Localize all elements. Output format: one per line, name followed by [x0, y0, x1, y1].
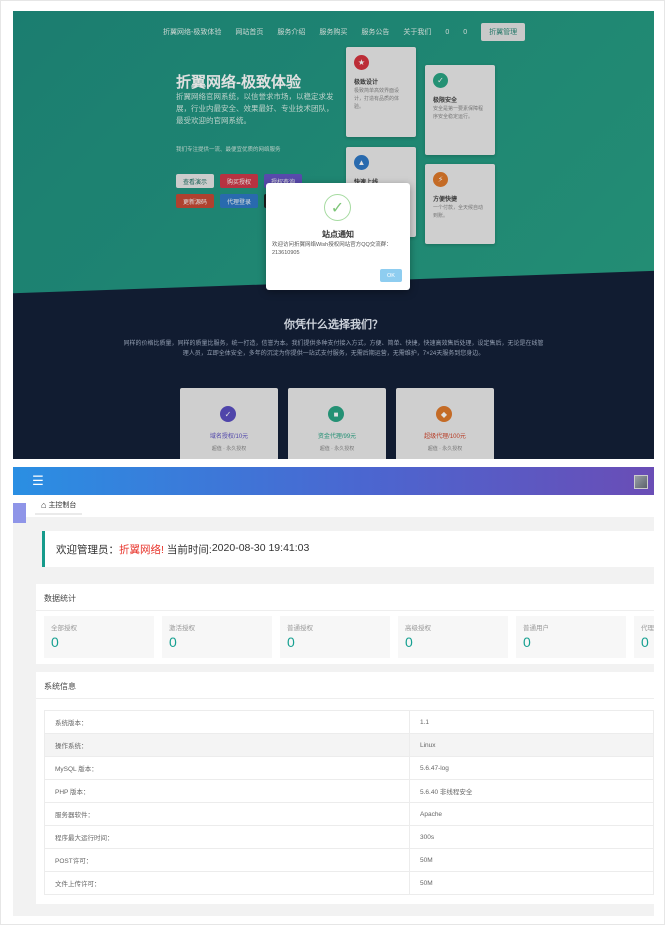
welcome-prefix: 欢迎管理员：	[56, 544, 119, 556]
modal-ok-button[interactable]: OK	[380, 269, 402, 282]
table-cell-key: MySQL 版本：	[44, 756, 410, 780]
admin-dashboard-screenshot: ☰ ⌂ 主控制台 欢迎管理员： 折翼网络! 当前时间: 2020-08-30 1…	[13, 467, 654, 916]
welcome-banner: 欢迎管理员： 折翼网络! 当前时间: 2020-08-30 19:41:03	[42, 531, 654, 567]
table-cell-value: 5.6.40 非线程安全	[409, 779, 654, 803]
table-row: 服务器软件： Apache	[44, 802, 654, 826]
top-bar: ☰	[13, 467, 654, 495]
table-row: 操作系统： Linux	[44, 733, 654, 757]
system-info-table: 系统版本： 1.1 操作系统： Linux MySQL 版本： 5.6.47-l…	[44, 710, 654, 895]
table-row: PHP 版本： 5.6.40 非线程安全	[44, 779, 654, 803]
table-row: 程序最大运行时间： 300s	[44, 825, 654, 849]
stat-value: 0	[523, 634, 531, 650]
table-cell-value: 1.1	[409, 710, 654, 734]
stat-value: 0	[287, 634, 295, 650]
table-cell-key: POST许可：	[44, 848, 410, 872]
table-cell-key: 文件上传许可：	[44, 871, 410, 895]
home-icon: ⌂	[41, 500, 47, 510]
hamburger-menu-icon[interactable]: ☰	[29, 474, 47, 488]
stat-label: 代理	[641, 625, 654, 632]
stats-title: 数据统计	[44, 594, 76, 603]
table-cell-key: 服务器软件：	[44, 802, 410, 826]
stat-normal-auth: 普通授权 0	[280, 616, 390, 658]
stat-normal-users: 普通用户 0	[516, 616, 626, 658]
sidebar-edge	[13, 503, 26, 523]
table-row: 文件上传许可： 50M	[44, 871, 654, 895]
table-row: 系统版本： 1.1	[44, 710, 654, 734]
table-row: MySQL 版本： 5.6.47-log	[44, 756, 654, 780]
table-row: POST许可： 50M	[44, 848, 654, 872]
divider	[36, 698, 654, 699]
welcome-brand: 折翼网络!	[119, 544, 164, 556]
system-info-panel: 系统信息 系统版本： 1.1 操作系统： Linux MySQL 版本： 5.6…	[36, 672, 654, 904]
stat-value: 0	[169, 634, 177, 650]
tab-home-label: 主控制台	[48, 502, 77, 509]
system-info-title: 系统信息	[44, 682, 76, 691]
stat-label: 普通授权	[287, 625, 313, 632]
avatar[interactable]	[634, 475, 648, 489]
table-cell-key: 程序最大运行时间：	[44, 825, 410, 849]
modal-body: 欢迎访问折翼网络Wish授权网站官方QQ交流群：213610905	[272, 242, 392, 256]
stat-label: 激活授权	[169, 625, 195, 632]
table-cell-key: PHP 版本：	[44, 779, 410, 803]
table-cell-value: Linux	[409, 733, 654, 757]
tab-home[interactable]: ⌂ 主控制台	[35, 497, 83, 515]
stats-panel: 数据统计 全部授权 0 激活授权 0 普通授权 0 高级授权 0 普通用户 0	[36, 584, 654, 664]
table-cell-value: 300s	[409, 825, 654, 849]
tabs-bar: ⌂ 主控制台	[13, 495, 654, 517]
stat-all-auth: 全部授权 0	[44, 616, 154, 658]
table-cell-value: 50M	[409, 848, 654, 872]
stat-value: 0	[405, 634, 413, 650]
stat-advanced-auth: 高级授权 0	[398, 616, 508, 658]
success-check-icon: ✓	[324, 194, 351, 221]
table-cell-value: 5.6.47-log	[409, 756, 654, 780]
stat-value: 0	[51, 634, 59, 650]
divider	[36, 610, 654, 611]
stat-value: 0	[641, 634, 649, 650]
modal-title: 站点通知	[322, 230, 354, 239]
collage-frame: 折翼网络-极致体验 网站首页 服务介绍 服务购买 服务公告 关于我们 0 0 折…	[0, 0, 665, 925]
landing-page-screenshot: 折翼网络-极致体验 网站首页 服务介绍 服务购买 服务公告 关于我们 0 0 折…	[13, 11, 654, 459]
stat-active-auth: 激活授权 0	[162, 616, 272, 658]
stat-label: 高级授权	[405, 625, 431, 632]
welcome-time: 2020-08-30 19:41:03	[211, 542, 310, 554]
stat-label: 全部授权	[51, 625, 77, 632]
table-cell-value: Apache	[409, 802, 654, 826]
welcome-time-label: 当前时间:	[166, 544, 212, 556]
table-cell-key: 系统版本：	[44, 710, 410, 734]
stat-agents: 代理 0	[634, 616, 654, 658]
table-cell-value: 50M	[409, 871, 654, 895]
table-cell-key: 操作系统：	[44, 733, 410, 757]
stat-label: 普通用户	[523, 625, 549, 632]
site-notice-modal: ✓ 站点通知 欢迎访问折翼网络Wish授权网站官方QQ交流群：213610905…	[266, 183, 410, 290]
